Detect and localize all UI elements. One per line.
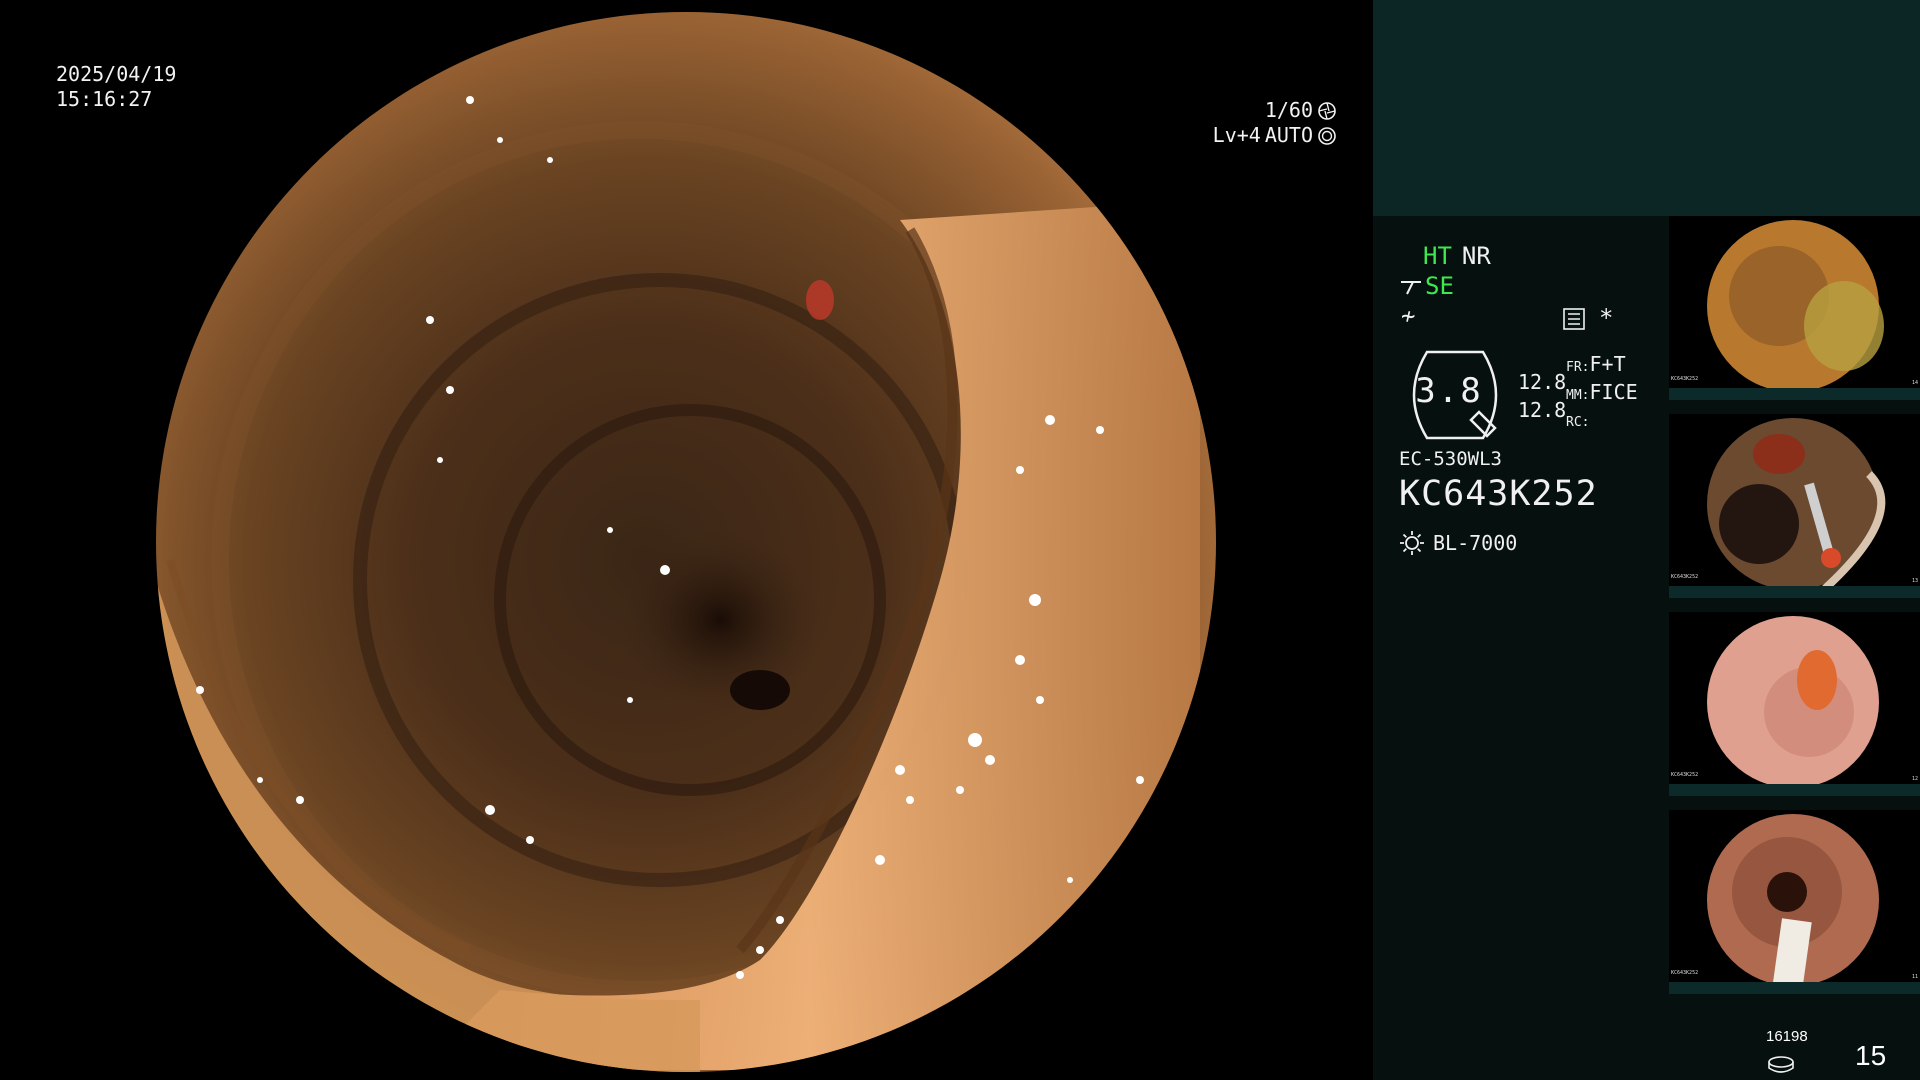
thumb-bar <box>1669 982 1920 994</box>
value-a: 12.8 <box>1518 370 1567 394</box>
thumb-index: 14 <box>1911 380 1918 386</box>
osd-date: 2025/04/19 <box>56 62 177 86</box>
thumb-index: 12 <box>1911 776 1918 782</box>
se-label: SE <box>1425 272 1454 300</box>
osd-exposure-mode: AUTO <box>1264 123 1313 147</box>
osd-level: Lv+4 <box>1212 123 1261 147</box>
se-status: SE <box>1399 272 1454 300</box>
star-indicator: * <box>1599 304 1614 332</box>
capture-thumbnail[interactable]: KC643K252 12 <box>1669 612 1920 796</box>
aperture-icon <box>1318 126 1336 145</box>
thumb-serial: KC643K252 <box>1671 376 1699 382</box>
fr-value: F+T <box>1589 352 1626 376</box>
thumb-bar <box>1669 784 1920 796</box>
thumb-serial: KC643K252 <box>1671 574 1699 580</box>
side-panel-header <box>1373 0 1920 216</box>
mm-value: FICE <box>1589 380 1638 404</box>
status-panel: HT NR SE ≁ * 3.8 12.8 12.8 FR:F+T MM:FICE… <box>1373 216 1920 1080</box>
thumb-bar <box>1669 388 1920 400</box>
endoscope-main-view: 2025/04/19 15:16:27 1/60 Lv+4 AUTO <box>0 0 1373 1080</box>
scope-model: EC-530WL3 <box>1399 448 1502 470</box>
thumb-serial: KC643K252 <box>1671 970 1699 976</box>
capture-thumbnail[interactable]: KC643K252 11 <box>1669 810 1920 994</box>
page-number: 15 <box>1855 1040 1887 1071</box>
osd-exposure-info: 1/60 Lv+4 AUTO <box>1213 98 1337 148</box>
storage-status: 16198 15 <box>1373 1028 1920 1080</box>
ht-nr-status: HT NR <box>1423 242 1501 270</box>
capture-thumbnail[interactable]: KC643K252 13 <box>1669 414 1920 598</box>
mm-label: MM: <box>1566 388 1590 403</box>
menu-list-icon <box>1563 308 1585 330</box>
thumbnail-image <box>1707 616 1879 788</box>
scope-serial: KC643K252 <box>1399 474 1598 514</box>
thumb-bar <box>1669 586 1920 598</box>
zoom-value: 3.8 <box>1415 371 1483 411</box>
thumb-index: 11 <box>1911 974 1918 980</box>
storage-icon <box>1768 1056 1794 1073</box>
thumbnail-image <box>1707 418 1886 597</box>
light-source-name: BL-7000 <box>1433 531 1518 555</box>
thumbnail-image <box>1707 220 1884 392</box>
nr-label: NR <box>1461 242 1491 270</box>
thumb-index: 13 <box>1911 578 1918 584</box>
light-source: BL-7000 <box>1399 530 1517 556</box>
thumbnail-image <box>1707 814 1879 992</box>
osd-time: 15:16:27 <box>56 87 153 111</box>
rc-label: RC: <box>1566 415 1590 430</box>
value-b: 12.8 <box>1518 398 1567 422</box>
shutter-icon <box>1318 101 1336 120</box>
numeric-values: 12.8 12.8 <box>1518 368 1566 424</box>
osd-datetime: 2025/04/19 15:16:27 <box>56 62 176 112</box>
thumb-serial: KC643K252 <box>1671 772 1699 778</box>
ht-label: HT <box>1423 242 1452 270</box>
capture-thumbnail[interactable]: KC643K252 14 <box>1669 216 1920 400</box>
osd-shutter: 1/60 <box>1264 98 1313 122</box>
fr-label: FR: <box>1566 360 1590 375</box>
endoscope-image <box>156 12 1216 1072</box>
mode-labels: FR:F+T MM:FICE RC: <box>1566 352 1638 435</box>
ne-icon: ≁ <box>1401 302 1416 330</box>
scope-angle-icon <box>1401 281 1421 295</box>
lightbulb-icon <box>1400 531 1424 555</box>
